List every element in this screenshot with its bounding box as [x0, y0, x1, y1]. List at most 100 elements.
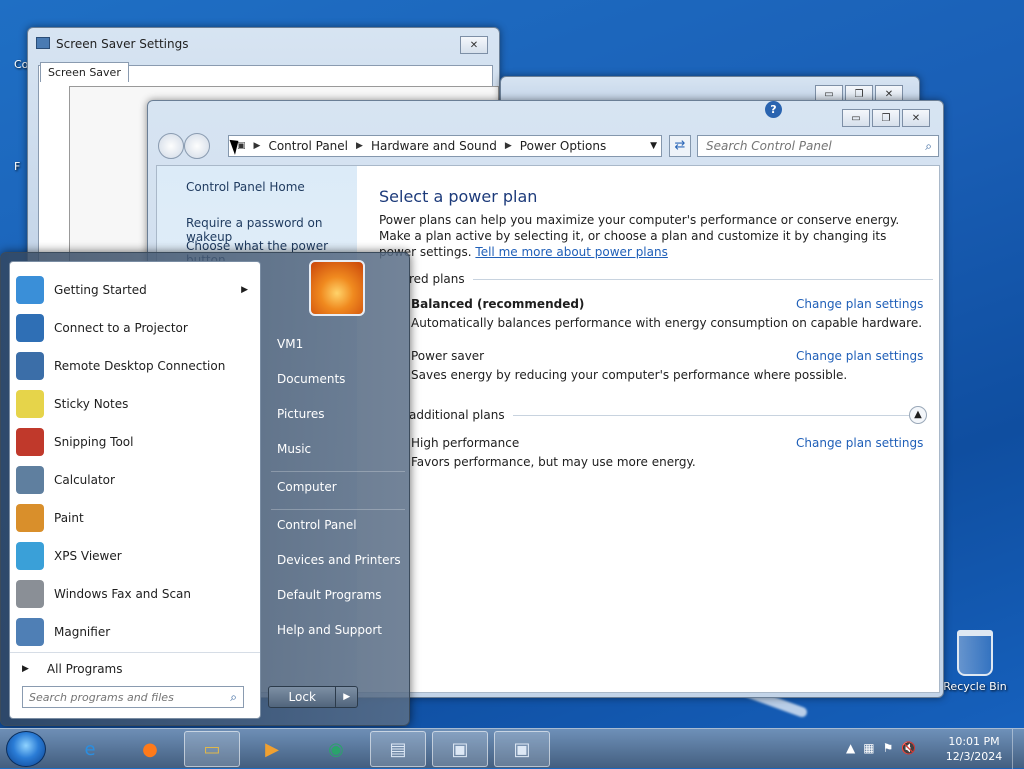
desktop-icon-label-fragment[interactable]: F — [14, 160, 20, 173]
plan-power-saver-name[interactable]: Power saver — [411, 349, 484, 363]
start-button-icon[interactable] — [6, 731, 46, 767]
media-player-icon[interactable]: ▶ — [244, 731, 300, 767]
start-menu-programs-pane: Getting Started ▶ Connect to a Projector Re… — [9, 261, 261, 719]
recycle-bin-desktop-icon[interactable]: Recycle Bin — [940, 630, 1010, 693]
plan-balanced-description: Automatically balances performance with … — [411, 316, 923, 330]
clock-date: 12/3/2024 — [945, 750, 1003, 763]
breadcrumb-separator-icon[interactable]: ▶ — [356, 141, 363, 151]
firefox-icon[interactable]: ● — [122, 731, 178, 767]
address-bar[interactable]: ▣ ▶ Control Panel ▶ Hardware and Sound ▶… — [228, 135, 662, 157]
start-right-link[interactable]: Computer — [277, 480, 337, 494]
internet-explorer-icon[interactable]: e — [62, 731, 118, 767]
clock[interactable]: 10:01 PM 12/3/2024 — [944, 734, 1004, 764]
program-label: Connect to a Projector — [54, 321, 188, 335]
refresh-icon[interactable]: ⇄ — [669, 135, 691, 157]
projector-icon — [16, 314, 44, 342]
plan-power-saver-description: Saves energy by reducing your computer's… — [411, 368, 848, 382]
scissors-icon — [16, 428, 44, 456]
app-globe-icon[interactable]: ◉ — [308, 731, 364, 767]
navigation-bar: ▣ ▶ Control Panel ▶ Hardware and Sound ▶… — [156, 131, 940, 161]
search-input[interactable] — [698, 136, 908, 156]
start-right-link[interactable]: Default Programs — [277, 588, 382, 602]
volume-muted-icon[interactable]: 🔇 — [901, 741, 916, 755]
file-explorer-icon[interactable]: ▭ — [184, 731, 240, 767]
show-desktop-button[interactable] — [1012, 729, 1024, 769]
power-options-taskbar-icon[interactable]: ▣ — [494, 731, 550, 767]
program-item[interactable]: Connect to a Projector — [10, 310, 260, 346]
window-title: Screen Saver Settings — [56, 37, 189, 51]
group-label: red plans — [409, 272, 465, 286]
program-item[interactable]: Snipping Tool — [10, 424, 260, 460]
show-hidden-icons-icon[interactable]: ▲ — [846, 741, 855, 755]
plan-balanced-name[interactable]: Balanced (recommended) — [411, 297, 584, 311]
start-right-link[interactable]: Control Panel — [277, 518, 357, 532]
divider — [271, 509, 405, 510]
breadcrumb-hardware-and-sound[interactable]: Hardware and Sound — [371, 139, 497, 153]
breadcrumb-power-options[interactable]: Power Options — [520, 139, 606, 153]
program-item[interactable]: Sticky Notes — [10, 386, 260, 422]
program-item[interactable]: Remote Desktop Connection — [10, 348, 260, 384]
nav-control-panel-home[interactable]: Control Panel Home — [186, 180, 305, 194]
sticky-notes-icon — [16, 390, 44, 418]
tab-screen-saver[interactable]: Screen Saver — [40, 62, 129, 82]
chevron-down-icon[interactable]: ▼ — [650, 141, 657, 151]
search-box[interactable]: ⌕ — [697, 135, 939, 157]
lock-button-group: Lock ▶ — [268, 686, 358, 708]
start-right-link[interactable]: Help and Support — [277, 623, 382, 637]
program-item[interactable]: Magnifier — [10, 614, 260, 650]
tell-me-more-link[interactable]: Tell me more about power plans — [475, 245, 667, 259]
program-label: Windows Fax and Scan — [54, 587, 192, 601]
help-icon[interactable]: ? — [765, 101, 782, 118]
start-right-link[interactable]: Documents — [277, 372, 345, 386]
start-right-link[interactable]: VM1 — [277, 337, 303, 351]
network-icon[interactable]: ▦ — [863, 741, 874, 755]
page-title: Select a power plan — [379, 187, 538, 206]
divider — [512, 414, 913, 416]
start-search-box[interactable]: ⌕ — [22, 686, 244, 708]
start-right-link[interactable]: Devices and Printers — [277, 553, 401, 567]
lock-button[interactable]: Lock — [269, 687, 335, 707]
start-search-input[interactable] — [23, 687, 213, 707]
change-plan-settings-link[interactable]: Change plan settings — [796, 436, 923, 450]
breadcrumb-separator-icon[interactable]: ▶ — [254, 141, 261, 151]
search-icon[interactable]: ⌕ — [925, 139, 932, 154]
xps-viewer-icon — [16, 542, 44, 570]
change-plan-settings-link[interactable]: Change plan settings — [796, 349, 923, 363]
fax-icon — [16, 580, 44, 608]
program-label: Calculator — [54, 473, 115, 487]
change-plan-settings-link[interactable]: Change plan settings — [796, 297, 923, 311]
program-item[interactable]: Windows Fax and Scan — [10, 576, 260, 612]
screen-saver-taskbar-icon[interactable]: ▣ — [432, 731, 488, 767]
breadcrumb-separator-icon[interactable]: ▶ — [505, 141, 512, 151]
action-center-flag-icon[interactable]: ⚑ — [883, 741, 894, 755]
program-item[interactable]: Paint — [10, 500, 260, 536]
close-icon[interactable]: ✕ — [902, 109, 930, 127]
remote-desktop-icon — [16, 352, 44, 380]
submenu-arrow-icon[interactable]: ▶ — [241, 285, 248, 295]
program-label: Magnifier — [54, 625, 111, 639]
recycle-bin-icon — [957, 630, 993, 676]
search-icon[interactable]: ⌕ — [230, 690, 237, 705]
program-item[interactable]: Getting Started ▶ — [10, 272, 260, 308]
user-avatar[interactable] — [309, 260, 365, 316]
plan-high-performance-name[interactable]: High performance — [411, 436, 519, 450]
plan-high-performance-description: Favors performance, but may use more ene… — [411, 455, 696, 469]
program-label: Remote Desktop Connection — [54, 359, 226, 373]
shutdown-options-arrow-icon[interactable]: ▶ — [335, 687, 357, 707]
maximize-icon[interactable]: ❐ — [872, 109, 900, 127]
recycle-bin-label: Recycle Bin — [943, 680, 1007, 693]
program-item[interactable]: Calculator — [10, 462, 260, 498]
forward-arrow-icon[interactable] — [184, 133, 210, 159]
all-programs-button[interactable]: ▶ All Programs — [10, 652, 260, 684]
close-icon[interactable]: ✕ — [460, 36, 488, 54]
program-item[interactable]: XPS Viewer — [10, 538, 260, 574]
minimize-icon[interactable]: ▭ — [842, 109, 870, 127]
breadcrumb-control-panel[interactable]: Control Panel — [268, 139, 348, 153]
back-arrow-icon[interactable] — [158, 133, 184, 159]
collapse-up-icon[interactable]: ▲ — [909, 406, 927, 424]
control-panel-taskbar-icon[interactable]: ▤ — [370, 731, 426, 767]
window-controls: ✕ — [460, 36, 488, 54]
all-programs-label: All Programs — [46, 661, 123, 676]
start-right-link[interactable]: Pictures — [277, 407, 325, 421]
start-right-link[interactable]: Music — [277, 442, 311, 456]
